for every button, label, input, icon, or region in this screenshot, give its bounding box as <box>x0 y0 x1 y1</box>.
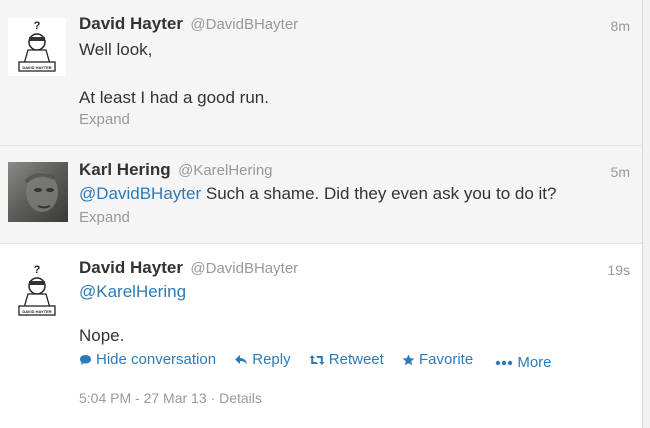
hide-conversation-label: Hide conversation <box>96 351 217 368</box>
svg-text:?: ? <box>34 20 41 32</box>
author-username[interactable]: @KarelHering <box>178 162 272 179</box>
tweet-text-line: @KarelHering <box>79 281 186 303</box>
reply-button[interactable]: Reply <box>234 351 291 368</box>
star-icon <box>402 354 415 365</box>
reply-icon <box>235 354 248 364</box>
svg-text:DAVID HAYTER: DAVID HAYTER <box>22 65 51 70</box>
retweet-button[interactable]: Retweet <box>309 351 384 368</box>
tweet-item-expanded[interactable]: ? DAVID HAYTER David Hayter @DavidBHayte… <box>0 244 642 428</box>
retweet-icon <box>309 354 325 365</box>
tweet-header: David Hayter @DavidBHayter <box>79 258 298 278</box>
author-username[interactable]: @DavidBHayter <box>190 16 298 33</box>
tweet-time[interactable]: 5m <box>611 164 630 180</box>
avatar[interactable]: ? DAVID HAYTER <box>8 262 66 320</box>
more-button[interactable]: More <box>495 354 552 371</box>
author-fullname[interactable]: Karl Hering <box>79 160 171 179</box>
more-label: More <box>517 354 552 371</box>
retweet-label: Retweet <box>328 351 384 368</box>
tweet-time[interactable]: 19s <box>607 262 630 278</box>
reply-label: Reply <box>252 351 291 368</box>
mention-link[interactable]: @KarelHering <box>79 282 186 301</box>
avatar[interactable] <box>8 162 68 222</box>
tweet-item[interactable]: ? DAVID HAYTER David Hayter @DavidBHayte… <box>0 0 642 146</box>
favorite-label: Favorite <box>418 351 474 368</box>
svg-text:DAVID HAYTER: DAVID HAYTER <box>22 309 51 314</box>
tweet-text-line: Nope. <box>79 326 125 345</box>
hide-conversation-button[interactable]: Hide conversation <box>79 351 216 368</box>
details-link[interactable]: Details <box>219 390 262 406</box>
tweet-timeline: ? DAVID HAYTER David Hayter @DavidBHayte… <box>0 0 642 428</box>
mention-link[interactable]: @DavidBHayter <box>79 184 201 203</box>
svg-text:?: ? <box>34 264 41 276</box>
tweet-actions: Hide conversation Reply Retweet Favorite… <box>79 351 566 371</box>
tweet-text-line: At least I had a good run. <box>79 88 269 107</box>
tweet-item[interactable]: Karl Hering @KarelHering 5m @DavidBHayte… <box>0 146 642 244</box>
tweet-header: David Hayter @DavidBHayter <box>79 14 298 34</box>
tweet-meta: 5:04 PM - 27 Mar 13 · Details <box>79 390 262 406</box>
author-fullname[interactable]: David Hayter <box>79 14 183 33</box>
avatar[interactable]: ? DAVID HAYTER <box>8 18 66 76</box>
author-fullname[interactable]: David Hayter <box>79 258 183 277</box>
tweet-text: @DavidBHayter Such a shame. Did they eve… <box>79 183 556 205</box>
tweet-time[interactable]: 8m <box>611 18 630 34</box>
expand-link[interactable]: Expand <box>79 111 130 128</box>
author-username[interactable]: @DavidBHayter <box>190 260 298 277</box>
tweet-timestamp[interactable]: 5:04 PM - 27 Mar 13 <box>79 390 207 406</box>
favorite-button[interactable]: Favorite <box>402 351 473 368</box>
more-dots-icon <box>496 360 513 365</box>
meta-separator: · <box>210 390 216 406</box>
speech-bubble-icon <box>80 354 91 365</box>
expand-link[interactable]: Expand <box>79 209 130 226</box>
tweet-text-line: Well look, <box>79 40 153 59</box>
scrollbar[interactable] <box>642 0 650 428</box>
tweet-text-body: Such a shame. Did they even ask you to d… <box>201 184 557 203</box>
tweet-header: Karl Hering @KarelHering <box>79 160 273 180</box>
